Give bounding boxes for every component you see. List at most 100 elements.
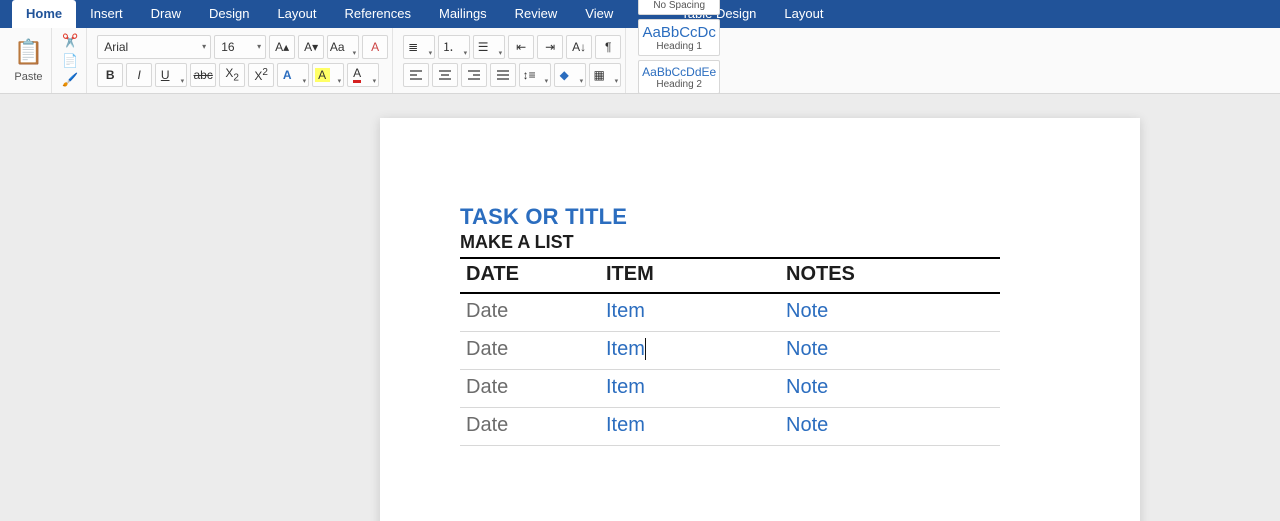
group-clipboard: 📋 Paste (6, 28, 52, 93)
group-styles: AaBbCcDdEeNormalAaBbCcDdEeNo SpacingAaBb… (632, 28, 726, 93)
numbering-icon: ⒈ (442, 38, 454, 55)
cell-item[interactable]: Item (600, 293, 780, 332)
tab-draw[interactable]: Draw (137, 0, 195, 28)
cell-date[interactable]: Date (460, 332, 600, 370)
table-row[interactable]: DateItemNote (460, 293, 1000, 332)
cell-note[interactable]: Note (780, 408, 1000, 446)
group-font: Arial 16 A▴ A▾ Aa A B I U abc X2 X2 A A … (93, 28, 393, 93)
subscript-icon: X2 (225, 66, 239, 83)
subscript-button[interactable]: X2 (219, 63, 245, 87)
decrease-indent-button[interactable]: ⇤ (508, 35, 534, 59)
paste-button[interactable]: Paste (14, 71, 42, 83)
align-center-button[interactable] (432, 63, 458, 87)
table-header-row[interactable]: DATE ITEM NOTES (460, 258, 1000, 293)
table-row[interactable]: DateItemNote (460, 370, 1000, 408)
increase-font-icon: A▴ (275, 40, 289, 54)
numbering-button[interactable]: ⒈ (438, 35, 470, 59)
bold-button[interactable]: B (97, 63, 123, 87)
increase-font-size-button[interactable]: A▴ (269, 35, 295, 59)
change-case-button[interactable]: Aa (327, 35, 359, 59)
font-family-combo[interactable]: Arial (97, 35, 211, 59)
underline-button[interactable]: U (155, 63, 187, 87)
tab-insert[interactable]: Insert (76, 0, 137, 28)
multilevel-list-icon: ☰ (478, 40, 489, 54)
table-row[interactable]: DateItemNote (460, 408, 1000, 446)
align-right-icon (467, 68, 481, 82)
cell-note[interactable]: Note (780, 370, 1000, 408)
underline-icon: U (161, 68, 170, 82)
show-marks-button[interactable]: ¶ (595, 35, 621, 59)
bullets-icon: ≣ (408, 40, 418, 54)
style-sample: AaBbCcDdEe (642, 65, 716, 79)
cut-icon[interactable]: ✂️ (62, 33, 78, 49)
highlight-button[interactable]: A (312, 63, 344, 87)
shading-button[interactable]: ◆ (554, 63, 586, 87)
cell-note[interactable]: Note (780, 332, 1000, 370)
doc-title[interactable]: TASK OR TITLE (460, 204, 1060, 230)
list-table[interactable]: DATE ITEM NOTES DateItemNoteDateItemNote… (460, 257, 1000, 446)
bullets-button[interactable]: ≣ (403, 35, 435, 59)
cell-item[interactable]: Item (600, 408, 780, 446)
document-canvas[interactable]: ✥ TASK OR TITLE MAKE A LIST DATE ITEM NO… (0, 94, 1280, 521)
strikethrough-button[interactable]: abc (190, 63, 216, 87)
style-tile-no-spacing[interactable]: AaBbCcDdEeNo Spacing (638, 0, 720, 15)
font-color-button[interactable]: A (347, 63, 379, 87)
pilcrow-icon: ¶ (605, 40, 611, 54)
copy-icon[interactable]: 📄 (62, 53, 78, 69)
header-item[interactable]: ITEM (600, 258, 780, 293)
cell-item[interactable]: Item (600, 370, 780, 408)
header-date[interactable]: DATE (460, 258, 600, 293)
multilevel-list-button[interactable]: ☰ (473, 35, 505, 59)
text-effects-icon: A (283, 68, 292, 82)
sort-button[interactable]: A↓ (566, 35, 592, 59)
align-left-button[interactable] (403, 63, 429, 87)
tab-design[interactable]: Design (195, 0, 263, 28)
tab-references[interactable]: References (331, 0, 425, 28)
italic-button[interactable]: I (126, 63, 152, 87)
style-tile-heading-1[interactable]: AaBbCcDcHeading 1 (638, 19, 720, 56)
table-row[interactable]: DateItemNote (460, 332, 1000, 370)
document-page[interactable]: TASK OR TITLE MAKE A LIST DATE ITEM NOTE… (380, 118, 1140, 521)
tab-review[interactable]: Review (501, 0, 572, 28)
cell-note[interactable]: Note (780, 293, 1000, 332)
text-effects-button[interactable]: A (277, 63, 309, 87)
increase-indent-button[interactable]: ⇥ (537, 35, 563, 59)
superscript-icon: X2 (254, 67, 268, 83)
style-label: No Spacing (653, 0, 705, 11)
tab-home[interactable]: Home (12, 0, 76, 28)
line-spacing-button[interactable]: ↕≡ (519, 63, 551, 87)
tab-view[interactable]: View (571, 0, 627, 28)
tab-table-layout[interactable]: Layout (770, 0, 837, 28)
cell-date[interactable]: Date (460, 293, 600, 332)
clear-formatting-icon: A (371, 40, 379, 54)
group-clipboard-extra: ✂️ 📄 🖌️ (58, 28, 87, 93)
header-notes[interactable]: NOTES (780, 258, 1000, 293)
tab-layout[interactable]: Layout (263, 0, 330, 28)
cell-date[interactable]: Date (460, 370, 600, 408)
increase-indent-icon: ⇥ (545, 40, 555, 54)
change-case-icon: Aa (330, 40, 345, 54)
borders-icon: ▦ (594, 68, 605, 82)
sort-icon: A↓ (572, 40, 586, 54)
style-tile-heading-2[interactable]: AaBbCcDdEeHeading 2 (638, 60, 720, 94)
doc-subtitle[interactable]: MAKE A LIST (460, 232, 1060, 253)
tab-mailings[interactable]: Mailings (425, 0, 501, 28)
clear-formatting-button[interactable]: A (362, 35, 388, 59)
cell-date[interactable]: Date (460, 408, 600, 446)
bold-icon: B (106, 68, 115, 82)
format-painter-icon[interactable]: 🖌️ (62, 72, 78, 88)
justify-button[interactable] (490, 63, 516, 87)
borders-button[interactable]: ▦ (589, 63, 621, 87)
highlight-icon: A (315, 68, 330, 82)
superscript-button[interactable]: X2 (248, 63, 274, 87)
cell-item[interactable]: Item (600, 332, 780, 370)
style-label: Heading 1 (656, 41, 702, 52)
decrease-font-size-button[interactable]: A▾ (298, 35, 324, 59)
italic-icon: I (138, 68, 141, 82)
paste-icon[interactable]: 📋 (14, 38, 44, 67)
shading-icon: ◆ (560, 68, 569, 82)
align-right-button[interactable] (461, 63, 487, 87)
decrease-font-icon: A▾ (304, 40, 318, 54)
style-label: Heading 2 (656, 79, 702, 90)
font-size-combo[interactable]: 16 (214, 35, 266, 59)
